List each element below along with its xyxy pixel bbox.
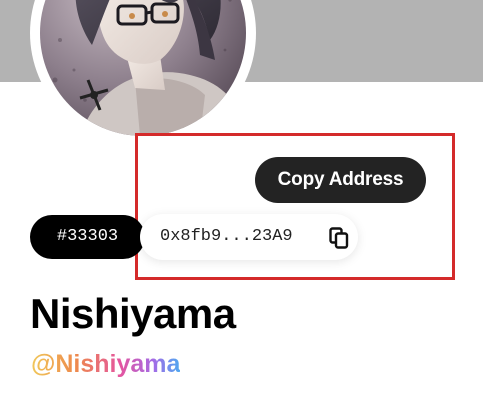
- copy-address-tooltip: Copy Address: [255, 157, 426, 203]
- avatar: [30, 0, 256, 146]
- profile-handle[interactable]: @Nishiyama: [31, 349, 180, 379]
- address-text: 0x8fb9...23A9: [160, 227, 293, 246]
- profile-name: Nishiyama: [30, 290, 236, 337]
- avatar-image: [40, 0, 246, 136]
- id-badge: #33303: [30, 215, 145, 259]
- profile-page: Copy Address #33303 0x8fb9...23A9 Nishiy…: [0, 0, 483, 410]
- address-chip[interactable]: 0x8fb9...23A9: [140, 214, 358, 260]
- copy-icon[interactable]: [329, 227, 349, 249]
